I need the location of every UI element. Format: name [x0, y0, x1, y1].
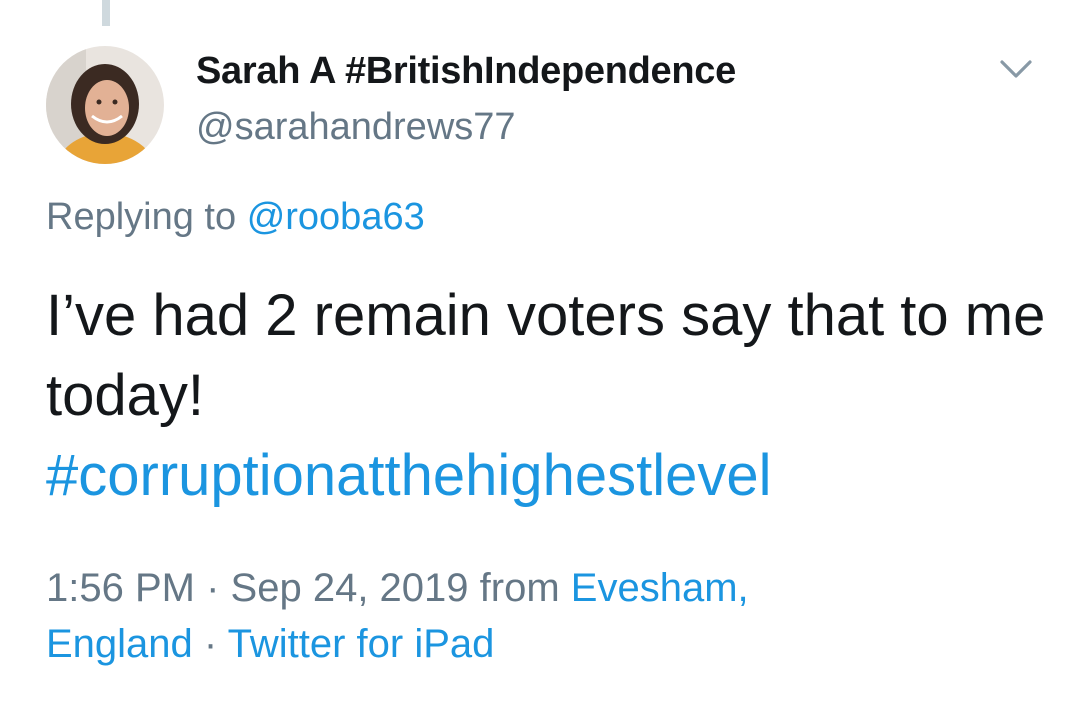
location-link-country[interactable]: England [46, 622, 193, 666]
hashtag-link[interactable]: #corruptionatthehighestlevel [46, 436, 1046, 516]
reply-mention-link[interactable]: @rooba63 [247, 196, 425, 238]
replying-to-line: Replying to @rooba63 [46, 196, 425, 239]
author-display-name[interactable]: Sarah A #BritishIndependence [196, 50, 736, 93]
location-link-city[interactable]: Evesham, [571, 566, 749, 610]
meta-separator: · [206, 566, 220, 610]
author-handle[interactable]: @sarahandrews77 [196, 106, 516, 149]
avatar-photo [46, 46, 164, 164]
replying-to-label: Replying to [46, 196, 237, 238]
thread-connector-line [102, 0, 110, 26]
tweet-time[interactable]: 1:56 PM [46, 566, 195, 610]
tweet-metadata: 1:56 PM · Sep 24, 2019 from Evesham, Eng… [46, 560, 1046, 672]
tweet-text: I’ve had 2 remain voters say that to me … [46, 283, 1046, 428]
tweet-date[interactable]: Sep 24, 2019 [231, 566, 469, 610]
chevron-down-icon[interactable] [996, 54, 1036, 82]
avatar[interactable] [46, 46, 164, 164]
from-label: from [479, 566, 560, 610]
source-link[interactable]: Twitter for iPad [228, 622, 495, 666]
tweet-card: Sarah A #BritishIndependence @sarahandre… [0, 0, 1080, 705]
meta-separator-2: · [203, 622, 218, 666]
tweet-body: I’ve had 2 remain voters say that to me … [46, 276, 1046, 516]
